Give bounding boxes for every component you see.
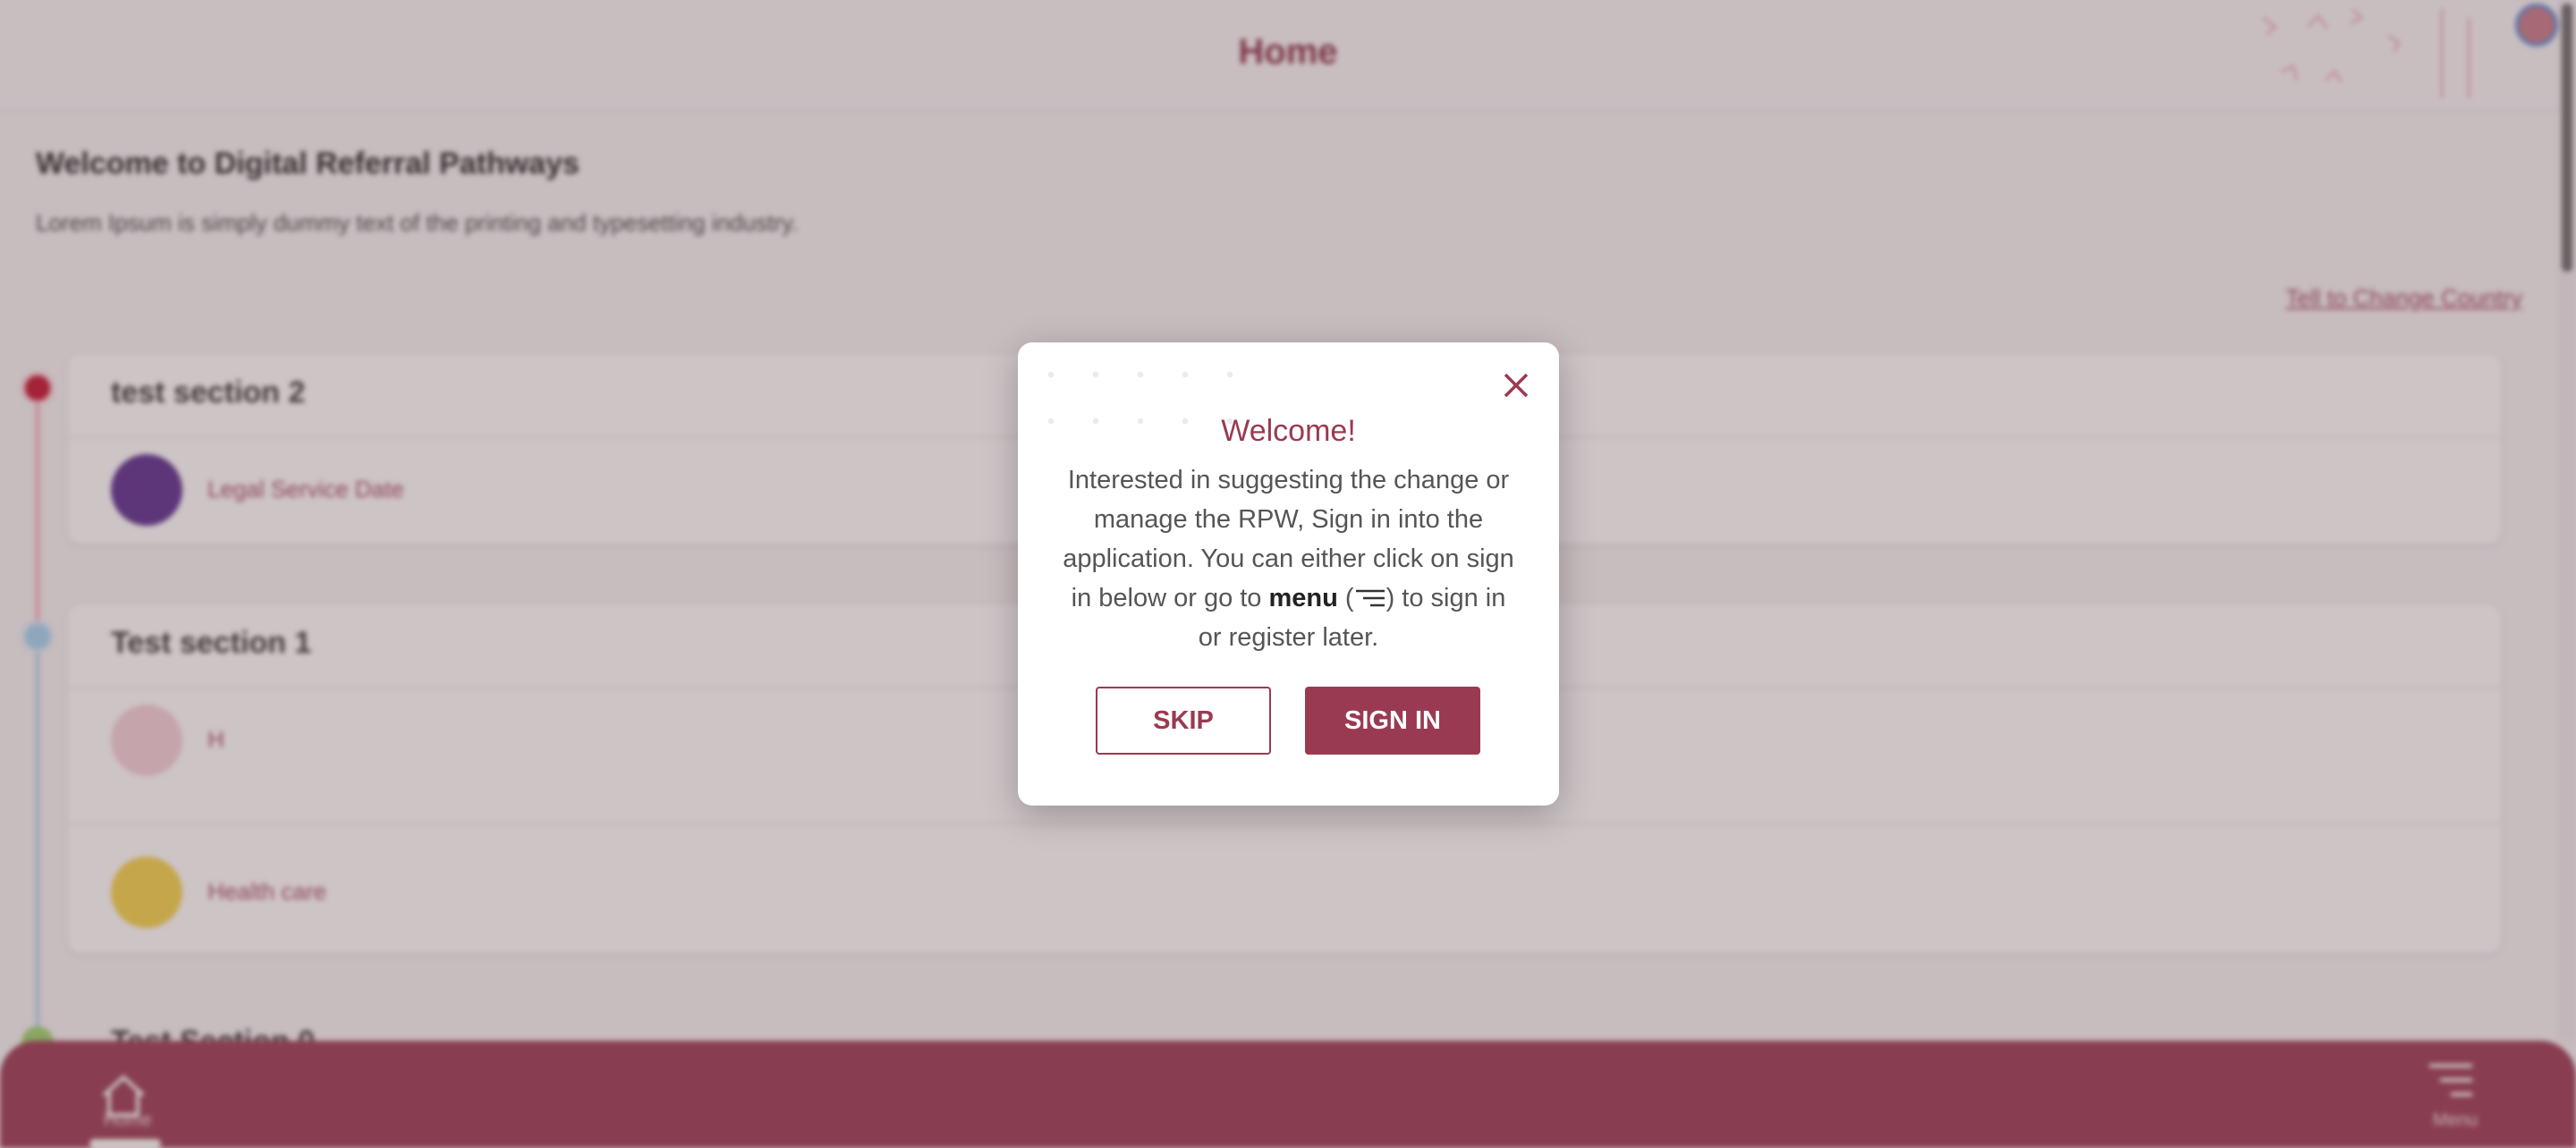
welcome-dialog: Welcome! Interested in suggesting the ch… xyxy=(1018,342,1559,806)
skip-button[interactable]: SKIP xyxy=(1096,687,1271,755)
menu-word: menu xyxy=(1268,584,1338,612)
dialog-title: Welcome! xyxy=(1221,414,1356,448)
close-icon[interactable] xyxy=(1496,366,1536,405)
paren-open: ( xyxy=(1337,584,1354,612)
sign-in-button[interactable]: SIGN IN xyxy=(1305,687,1480,755)
dialog-message: Interested in suggesting the change or m… xyxy=(1063,460,1514,657)
menu-icon xyxy=(1355,589,1385,607)
